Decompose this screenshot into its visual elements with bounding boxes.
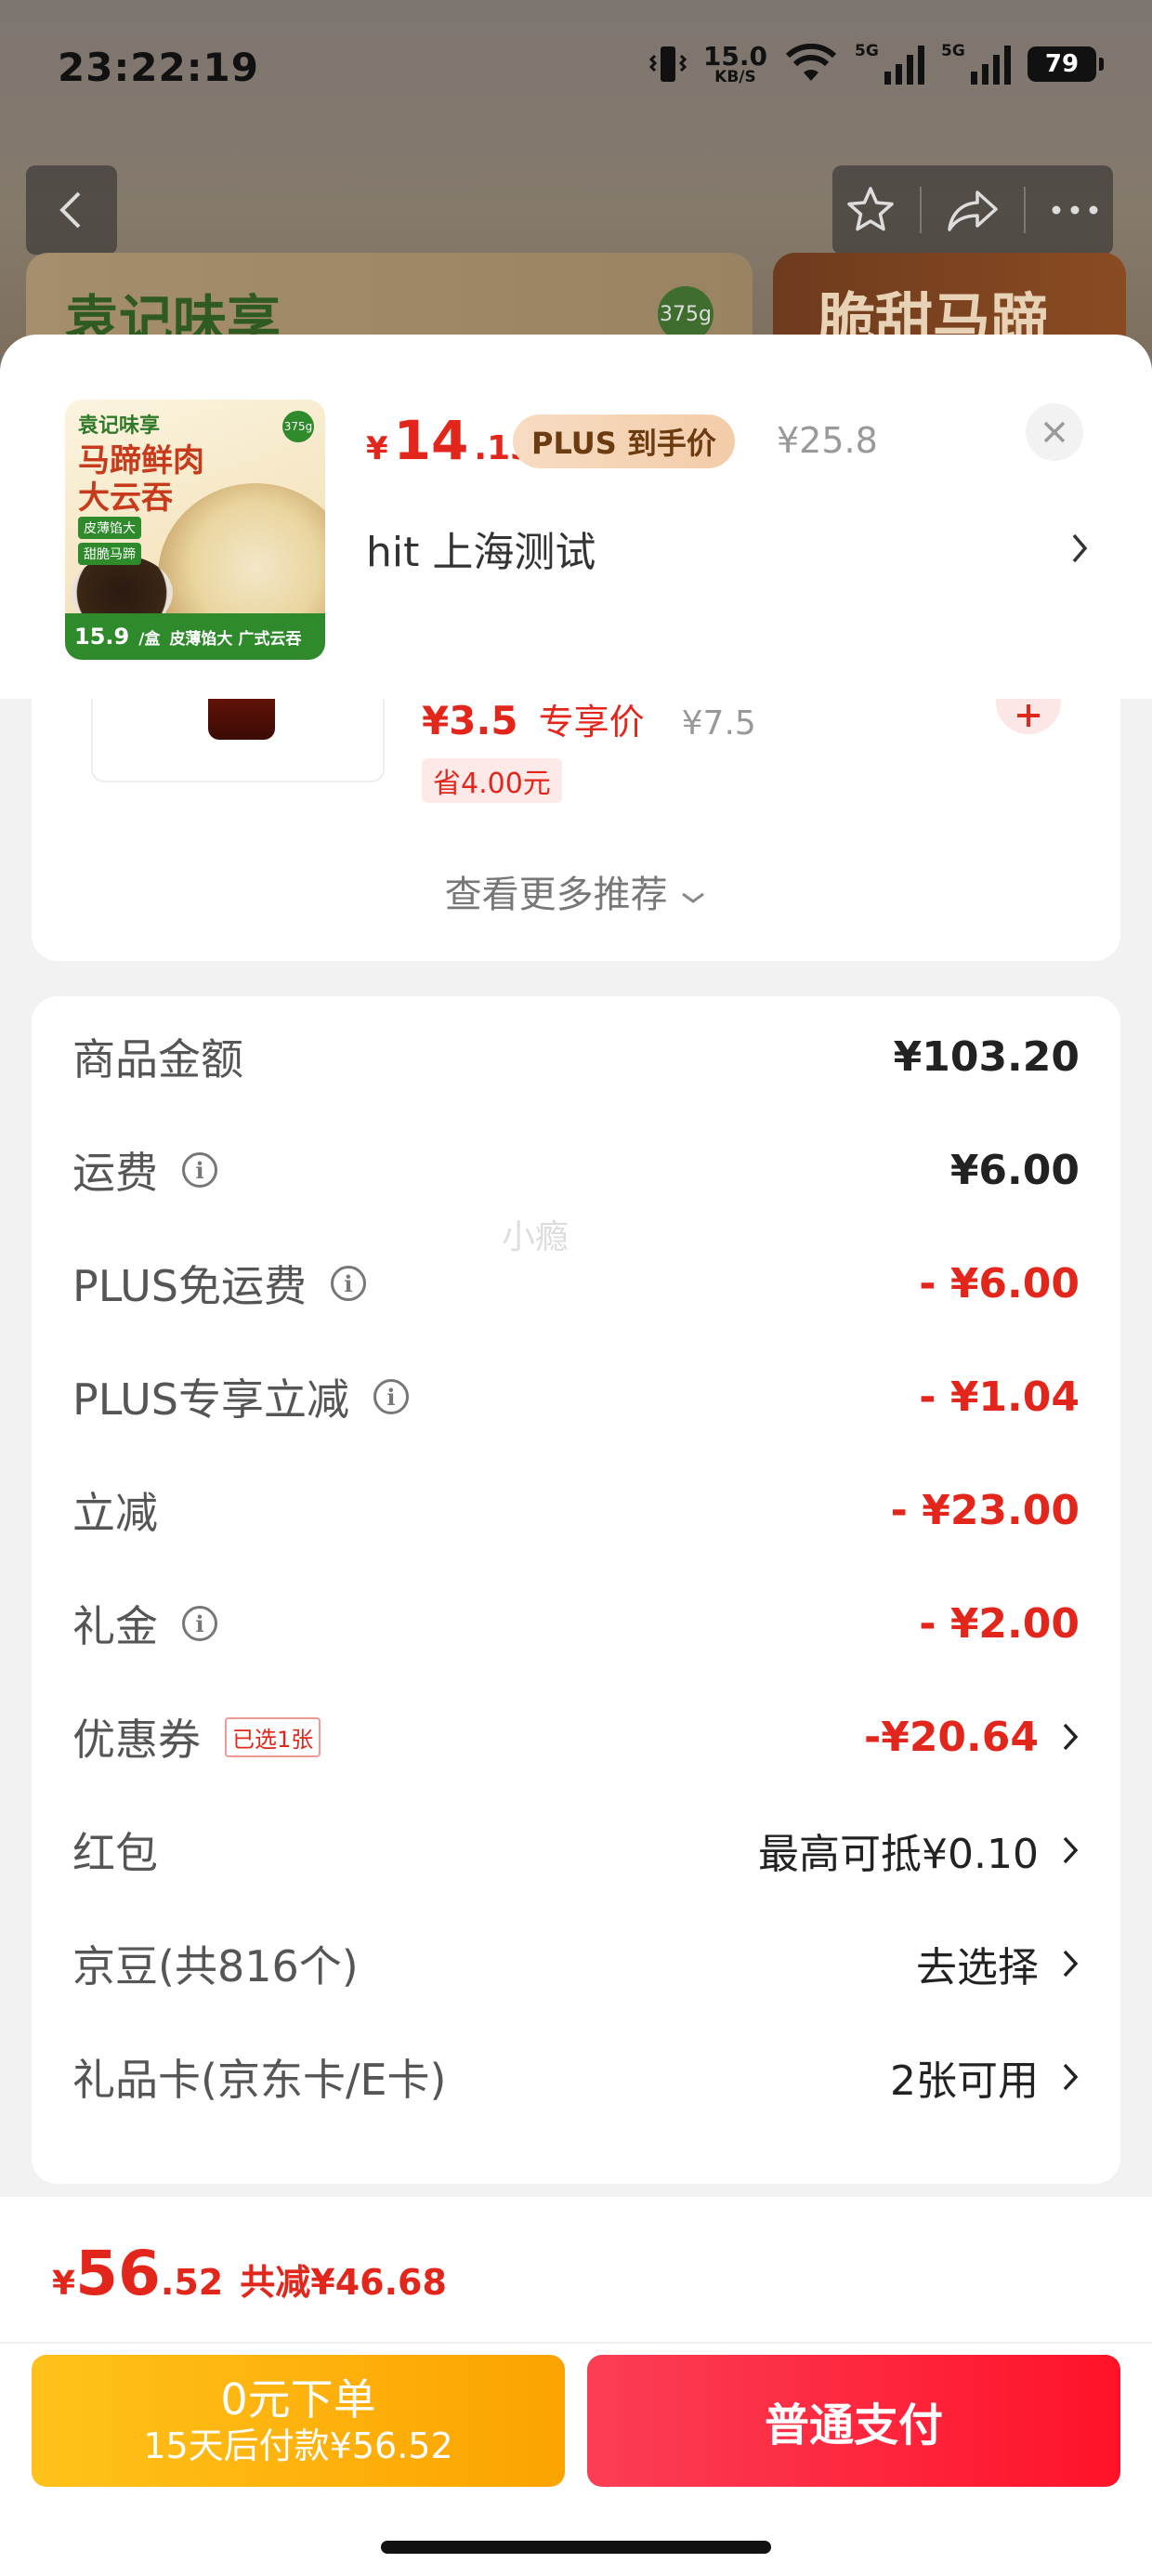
- status-bar: 23:22:19 15.0 KB/S 5G 5G 79: [0, 0, 1152, 139]
- recommend-save-badge: 省4.00元: [422, 758, 562, 803]
- address-row[interactable]: hit 上海测试: [366, 511, 1091, 585]
- product-header: 袁记味享 马蹄鲜肉大云吞 皮薄馅大 甜脆马蹄 375g 15.9 /盒 皮薄馅大…: [0, 335, 1152, 699]
- net-speed: 15.0 KB/S: [702, 40, 767, 86]
- zero-down-order-button[interactable]: 0元下单 15天后付款¥56.52: [32, 2355, 565, 2487]
- vibrate-icon: [648, 46, 687, 82]
- order-totals-card: 商品金额 ¥103.20 运费 i ¥6.00 PLUS免运费 i - ¥6.0…: [32, 996, 1120, 2184]
- recommend-product-image[interactable]: [91, 697, 385, 782]
- home-indicator[interactable]: [381, 2541, 771, 2554]
- share-icon[interactable]: [946, 187, 1000, 233]
- total-price: ¥ 56 .52 共减¥46.68: [52, 2238, 447, 2309]
- row-gift-money: 礼金 i - ¥2.00: [72, 1599, 1080, 1652]
- row-plus-free-shipping: PLUS免运费 i - ¥6.00: [72, 1259, 1080, 1312]
- product-price: ¥ 14 .13: [366, 409, 534, 472]
- info-icon[interactable]: i: [373, 1379, 409, 1414]
- row-coupon[interactable]: 优惠券 已选1张 -¥20.64: [72, 1695, 1080, 1779]
- chevron-down-icon: [682, 892, 705, 903]
- row-red-packet[interactable]: 红包 最高可抵¥0.10: [72, 1808, 1080, 1892]
- top-actions: [832, 165, 1113, 255]
- row-instant-discount: 立减 - ¥23.00: [72, 1486, 1080, 1539]
- divider: [920, 187, 923, 233]
- product-thumbnail: 袁记味享 马蹄鲜肉大云吞 皮薄馅大 甜脆马蹄 375g 15.9 /盒 皮薄馅大…: [65, 400, 325, 660]
- sauce-bottle-image: [208, 697, 275, 740]
- address-text: hit 上海测试: [366, 529, 596, 576]
- coupon-selected-badge: 已选1张: [225, 1716, 321, 1757]
- see-more-recommend-link[interactable]: 查看更多推荐: [32, 864, 1120, 918]
- recommend-price: ¥3.5 专享价 ¥7.5: [422, 698, 756, 743]
- chevron-left-icon: [59, 191, 81, 229]
- divider: [1023, 187, 1026, 233]
- wifi-icon: [785, 44, 837, 81]
- chevron-right-icon: [1063, 1836, 1079, 1864]
- row-goods-amount: 商品金额 ¥103.20: [72, 1032, 1080, 1085]
- row-jd-beans[interactable]: 京豆(共816个) 去选择: [72, 1922, 1080, 2005]
- plus-icon: [1017, 704, 1040, 727]
- divider: [0, 2342, 1152, 2344]
- chevron-right-icon: [1063, 2063, 1079, 2091]
- background-page: 23:22:19 15.0 KB/S 5G 5G 79 袁记味享 375g 脆甜…: [0, 0, 1152, 383]
- row-plus-discount: PLUS专享立减 i - ¥1.04: [72, 1373, 1080, 1426]
- more-icon[interactable]: [1049, 204, 1101, 216]
- info-icon[interactable]: i: [182, 1606, 217, 1641]
- signal-icon-2: 5G: [941, 42, 1011, 85]
- watermark: 小瘾: [502, 1218, 569, 1256]
- chevron-right-icon: [1063, 1950, 1079, 1978]
- original-price: ¥25.8: [777, 420, 878, 461]
- plus-price-badge: PLUS 到手价: [513, 414, 735, 468]
- chevron-right-icon: [1063, 1723, 1079, 1751]
- signal-icon-1: 5G: [855, 42, 924, 85]
- chevron-right-icon: [1072, 533, 1088, 563]
- info-icon[interactable]: i: [182, 1152, 217, 1188]
- star-icon[interactable]: [844, 184, 897, 236]
- row-shipping: 运费 i ¥6.00: [72, 1146, 1080, 1199]
- normal-pay-button[interactable]: 普通支付: [587, 2355, 1120, 2487]
- battery-icon: 79: [1028, 46, 1104, 82]
- close-button[interactable]: [1026, 403, 1083, 461]
- total-saved: 共减¥46.68: [240, 2262, 447, 2303]
- close-icon: [1043, 421, 1066, 443]
- back-button[interactable]: [26, 165, 117, 255]
- status-icons: 15.0 KB/S 5G 5G 79: [648, 40, 1104, 86]
- info-icon[interactable]: i: [330, 1266, 366, 1301]
- thumb-price-bar: 15.9 /盒 皮薄馅大 广式云吞: [65, 613, 325, 660]
- row-gift-card[interactable]: 礼品卡(京东卡/E卡) 2张可用: [72, 2035, 1080, 2119]
- status-time: 23:22:19: [58, 45, 259, 90]
- checkout-bar: ¥ 56 .52 共减¥46.68 0元下单 15天后付款¥56.52 普通支付: [0, 2197, 1152, 2576]
